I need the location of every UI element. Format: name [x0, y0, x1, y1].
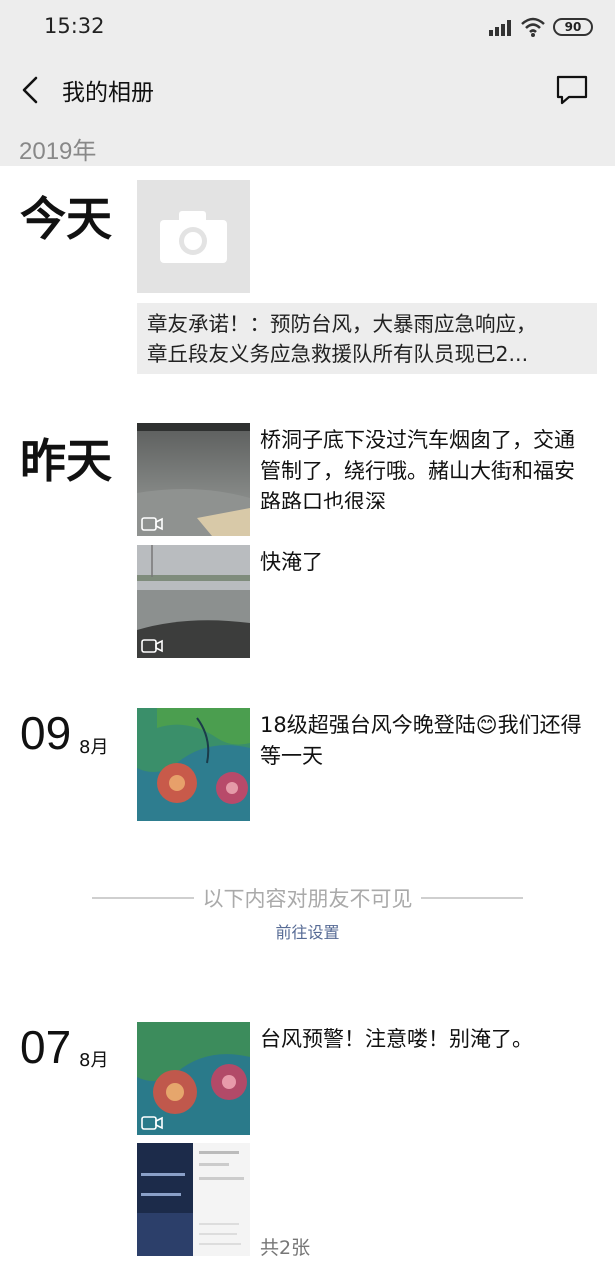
video-icon — [141, 1116, 163, 1130]
back-icon[interactable] — [18, 74, 46, 106]
image-thumbnail[interactable] — [137, 1143, 250, 1256]
divider-text: 以下内容对朋友不可见 — [202, 887, 413, 911]
post-text[interactable]: 18级超强台风今晚登陆😊我们还得等一天 — [260, 710, 590, 772]
date-month: 8月 — [79, 737, 109, 758]
camera-thumbnail[interactable] — [137, 180, 250, 293]
video-thumbnail[interactable] — [137, 545, 250, 658]
caption-line: 章友承诺！：预防台风，大暴雨应急响应， — [147, 312, 537, 336]
shared-article-caption: 章友承诺！：预防台风，大暴雨应急响应， 章丘段友义务应急救援队所有队员现已2..… — [137, 303, 597, 374]
video-thumbnail[interactable] — [137, 1022, 250, 1135]
navigation-bar: 我的相册 — [0, 56, 615, 122]
date-day: 07 — [20, 1021, 72, 1073]
signal-icon — [489, 20, 511, 36]
wifi-icon — [521, 17, 545, 37]
video-icon — [141, 517, 163, 531]
date-day: 09 — [20, 707, 72, 759]
screenshot-collage-image — [137, 1143, 250, 1256]
image-thumbnail[interactable] — [137, 708, 250, 821]
date-month: 8月 — [79, 1050, 109, 1071]
divider-line — [421, 897, 523, 899]
typhoon-map-image — [137, 708, 250, 821]
battery-icon: 90 — [553, 18, 593, 36]
divider-line — [92, 897, 194, 899]
camera-icon — [160, 211, 227, 263]
post-text[interactable]: 桥洞子底下没过汽车烟囱了，交通管制了，绕行哦。赭山大街和福安路路口也很深 — [260, 425, 590, 509]
status-bar: 15:32 90 — [0, 0, 615, 56]
page-title: 我的相册 — [62, 80, 154, 106]
day-label-today: 今天 — [20, 192, 112, 246]
video-thumbnail[interactable] — [137, 423, 250, 536]
visibility-divider: 以下内容对朋友不可见 — [92, 884, 523, 914]
shared-article-item[interactable]: 章友承诺！：预防台风，大暴雨应急响应， 章丘段友义务应急救援队所有队员现已2..… — [137, 180, 597, 374]
go-to-settings-link[interactable]: 前往设置 — [0, 919, 615, 943]
status-time: 15:32 — [44, 14, 105, 38]
post-text[interactable]: 台风预警！注意喽！别淹了。 — [260, 1024, 590, 1055]
image-count: 共2张 — [260, 1237, 311, 1259]
video-icon — [141, 639, 163, 653]
comment-icon[interactable] — [555, 74, 589, 106]
day-label-yesterday: 昨天 — [20, 434, 112, 488]
caption-line: 章丘段友义务应急救援队所有队员现已2... — [147, 342, 529, 366]
post-text[interactable]: 快淹了 — [260, 547, 590, 578]
year-label: 2019年 — [19, 138, 97, 165]
